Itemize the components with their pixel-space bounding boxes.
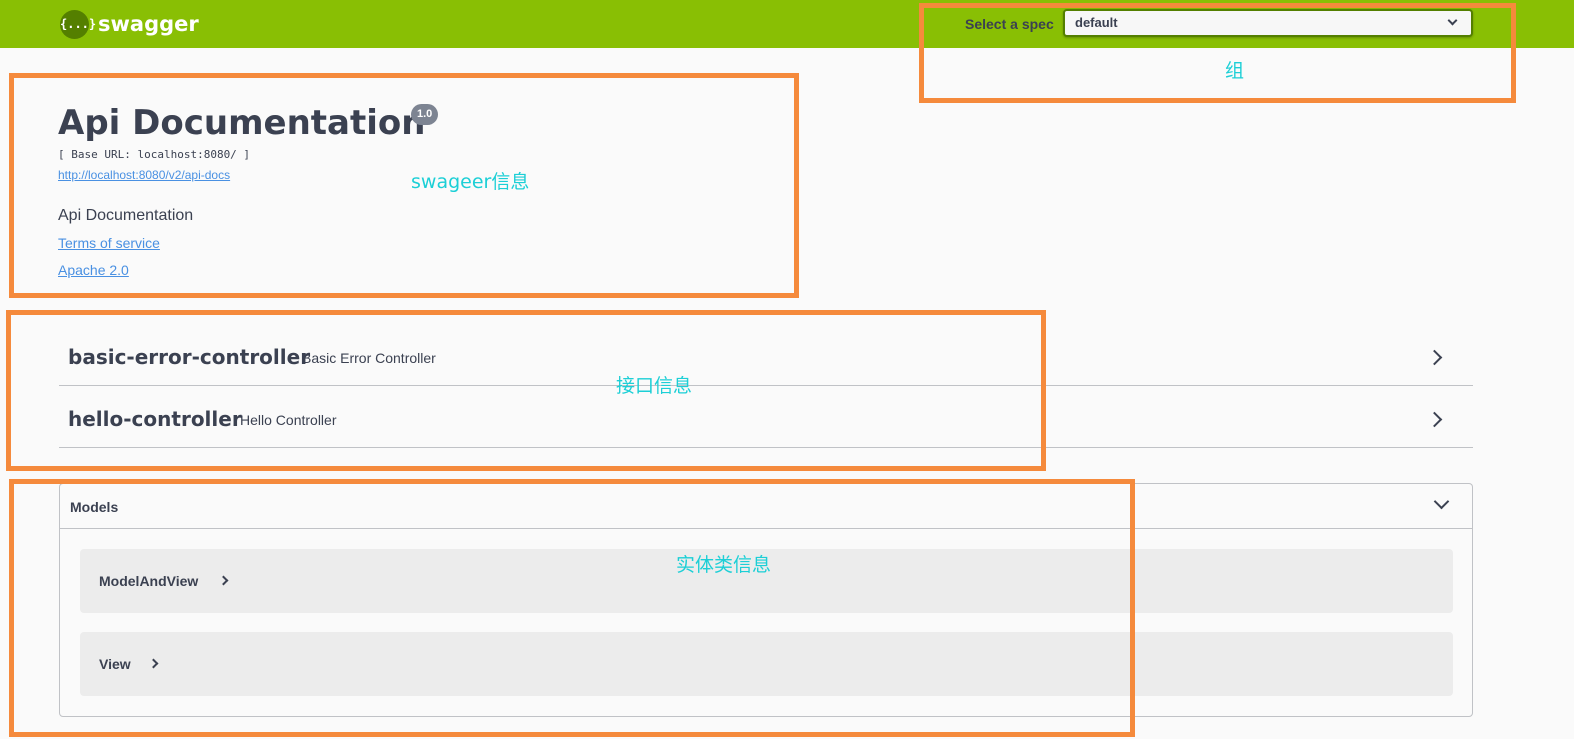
model-name: ModelAndView <box>99 573 199 589</box>
tag-name: hello-controller <box>68 407 242 431</box>
annotation-label-group: 组 <box>1225 60 1245 82</box>
chevron-right-icon[interactable] <box>1426 411 1443 428</box>
chevron-right-icon[interactable] <box>1426 349 1443 366</box>
license-link[interactable]: Apache 2.0 <box>58 261 129 279</box>
tag-description: Basic Error Controller <box>302 350 436 366</box>
models-title: Models <box>70 499 119 515</box>
api-docs-link[interactable]: http://localhost:8080/v2/api-docs <box>58 168 230 182</box>
api-description: Api Documentation <box>58 207 194 224</box>
tag-name: basic-error-controller <box>68 345 311 369</box>
tag-row-basic-error-controller[interactable]: basic-error-controller Basic Error Contr… <box>59 325 1473 386</box>
model-name: View <box>99 656 131 672</box>
annotation-label-models: 实体类信息 <box>676 554 772 576</box>
top-bar: {...} swagger Select a spec default <box>0 0 1574 48</box>
select-spec-label: Select a spec <box>965 16 1054 32</box>
page-title: Api Documentation <box>58 103 426 143</box>
model-item-view[interactable]: View <box>80 632 1453 696</box>
version-badge: 1.0 <box>411 104 439 125</box>
tag-description: Hello Controller <box>240 412 337 428</box>
spec-select-dropdown[interactable]: default <box>1063 9 1473 37</box>
swagger-logo-text[interactable]: swagger <box>98 10 199 38</box>
base-url: [ Base URL: localhost:8080/ ] <box>58 148 251 161</box>
chevron-down-icon <box>1447 15 1458 26</box>
models-header[interactable]: Models <box>60 484 1472 529</box>
tag-row-hello-controller[interactable]: hello-controller Hello Controller <box>59 387 1473 448</box>
annotation-label-info: swageer信息 <box>411 171 530 193</box>
chevron-right-icon[interactable] <box>148 658 159 669</box>
chevron-right-icon[interactable] <box>218 575 229 586</box>
spec-selected-value: default <box>1075 15 1118 30</box>
models-section: Models ModelAndView View <box>59 483 1473 717</box>
swagger-logo-icon[interactable]: {...} <box>60 10 96 39</box>
terms-of-service-link[interactable]: Terms of service <box>58 234 160 252</box>
chevron-down-icon[interactable] <box>1433 493 1450 510</box>
annotation-label-api: 接口信息 <box>616 375 693 397</box>
